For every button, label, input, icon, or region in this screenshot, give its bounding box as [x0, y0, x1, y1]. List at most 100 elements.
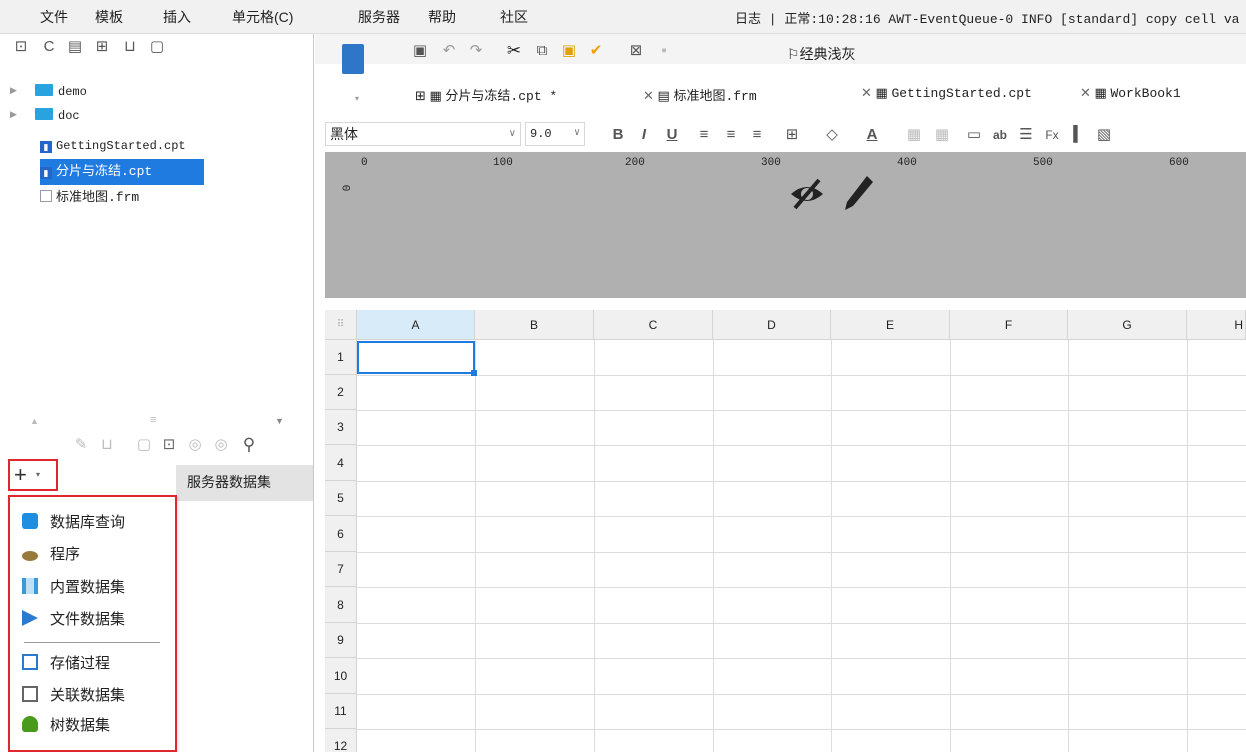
menu-insert[interactable]: 插入 — [163, 7, 191, 27]
richtext-icon[interactable]: ☰ — [1017, 126, 1035, 144]
column-header[interactable]: C — [594, 310, 713, 340]
close-icon[interactable]: ✕ — [643, 88, 654, 103]
row-header[interactable]: 1 — [325, 340, 357, 375]
collapse-up-icon[interactable]: ▲ — [30, 416, 39, 426]
menu-item-stored-proc[interactable]: 存储过程 — [22, 651, 172, 677]
fill-handle[interactable] — [471, 370, 477, 376]
align-center-icon[interactable]: ≡ — [722, 126, 740, 144]
tree-item-fenpian[interactable]: ▮ 分片与冻结.cpt — [40, 162, 152, 180]
border-icon[interactable]: ⊞ — [783, 126, 801, 144]
panel-splitter[interactable]: ▲ ≡ ▼ — [0, 414, 314, 430]
font-size-select[interactable]: 9.0 ∨ — [525, 122, 585, 146]
align-left-icon[interactable]: ≡ — [695, 126, 713, 144]
chart-icon[interactable]: ▍ — [1070, 126, 1088, 144]
edit-icon[interactable]: ✎ — [72, 436, 90, 454]
tab-gettingstarted[interactable]: ✕ ▦ GettingStarted.cpt — [861, 85, 1032, 101]
db-refresh-icon[interactable]: ◎ — [212, 436, 230, 454]
menu-cell[interactable]: 单元格(C) — [232, 7, 293, 27]
row-header[interactable]: 6 — [325, 516, 357, 552]
column-header[interactable]: B — [475, 310, 594, 340]
query-icon[interactable]: ▪ — [655, 42, 673, 60]
menu-item-tree[interactable]: 树数据集 — [22, 713, 172, 739]
add-dataset-button[interactable]: + ▾ — [8, 459, 58, 491]
lock-icon[interactable]: ⊞ — [93, 38, 111, 56]
row-header[interactable]: 9 — [325, 623, 357, 658]
selected-cell-a1[interactable] — [357, 341, 475, 374]
expand-arrow-icon[interactable]: ▶ — [10, 85, 17, 96]
column-header[interactable]: D — [713, 310, 831, 340]
text-cell-icon[interactable]: ▭ — [965, 126, 983, 144]
unmerge-icon[interactable]: ▦ — [933, 126, 951, 144]
menu-item-program[interactable]: 程序 — [22, 542, 172, 568]
tree-item-map[interactable]: 标准地图.frm — [40, 188, 139, 206]
row-header[interactable]: 2 — [325, 375, 357, 410]
format-brush-icon[interactable]: ✔ — [587, 42, 605, 60]
redo-icon[interactable]: ↷ — [467, 42, 485, 60]
font-color-icon[interactable]: A — [863, 126, 881, 144]
menu-item-relation[interactable]: 关联数据集 — [22, 683, 172, 709]
column-header[interactable]: A — [357, 310, 475, 340]
tree-item-gettingstarted[interactable]: ▮ GettingStarted.cpt — [40, 136, 186, 154]
chevron-down-icon[interactable]: ▾ — [355, 94, 359, 103]
delete-icon[interactable]: ⊔ — [98, 436, 116, 454]
server-dataset-tab[interactable]: 服务器数据集 — [176, 465, 313, 501]
preview-icon[interactable]: ⊠ — [627, 42, 645, 60]
tab-fenpian[interactable]: ⊞ ▦ 分片与冻结.cpt * — [415, 85, 557, 104]
row-header[interactable]: 5 — [325, 481, 357, 516]
delete-icon[interactable]: ⊔ — [121, 38, 139, 56]
row-header[interactable]: 12 — [325, 729, 357, 752]
underline-icon[interactable]: U — [663, 126, 681, 144]
undo-icon[interactable]: ↶ — [440, 42, 458, 60]
theme-selector[interactable]: ⚐经典浅灰 — [787, 44, 856, 64]
menu-template[interactable]: 模板 — [95, 7, 123, 27]
menu-item-file[interactable]: 文件数据集 — [22, 607, 172, 633]
row-header[interactable]: 7 — [325, 552, 357, 587]
formula-icon[interactable]: Fx — [1043, 126, 1061, 144]
row-header[interactable]: 10 — [325, 658, 357, 694]
open-file-icon[interactable]: ▤ — [66, 38, 84, 56]
fill-color-icon[interactable]: ◇ — [823, 126, 841, 144]
expand-arrow-icon[interactable]: ▶ — [10, 109, 17, 120]
row-header[interactable]: 4 — [325, 445, 357, 481]
refresh-icon[interactable]: C — [40, 38, 58, 56]
collapse-down-icon[interactable]: ▼ — [275, 416, 284, 426]
menu-community[interactable]: 社区 — [500, 7, 528, 27]
text-icon[interactable]: ab — [991, 126, 1009, 144]
row-header[interactable]: 11 — [325, 694, 357, 729]
row-header[interactable]: 3 — [325, 410, 357, 445]
merge-icon[interactable]: ▦ — [905, 126, 923, 144]
menu-item-builtin[interactable]: 内置数据集 — [22, 575, 172, 601]
tab-workbook1[interactable]: ✕ ▦ WorkBook1 — [1080, 85, 1181, 101]
paste-icon[interactable]: ▣ — [560, 42, 578, 60]
search-icon[interactable]: ⚲ — [240, 436, 258, 454]
template-type-icon[interactable] — [342, 44, 364, 74]
italic-icon[interactable]: I — [635, 126, 653, 144]
close-icon[interactable]: ✕ — [861, 85, 872, 100]
bold-icon[interactable]: B — [609, 126, 627, 144]
column-header[interactable]: E — [831, 310, 950, 340]
dataset-edit-icon[interactable]: ⊡ — [160, 436, 178, 454]
menu-server[interactable]: 服务器 — [358, 7, 400, 27]
drag-handle-icon[interactable]: ≡ — [150, 414, 156, 426]
align-right-icon[interactable]: ≡ — [748, 126, 766, 144]
close-icon[interactable]: ✕ — [1080, 85, 1091, 100]
column-header[interactable]: H — [1187, 310, 1246, 340]
column-header[interactable]: F — [950, 310, 1068, 340]
menu-help[interactable]: 帮助 — [428, 7, 456, 27]
db-connect-icon[interactable]: ◎ — [186, 436, 204, 454]
font-select[interactable]: 黑体 ∨ — [325, 122, 521, 146]
grid-corner[interactable]: ⠿ — [325, 310, 357, 340]
new-folder-icon[interactable]: ⊡ — [12, 38, 30, 56]
row-header[interactable]: 8 — [325, 587, 357, 623]
copy-icon[interactable]: ⧉ — [533, 42, 551, 60]
cut-icon[interactable]: ✂ — [505, 42, 523, 60]
preview-icon[interactable]: ▢ — [135, 436, 153, 454]
save-icon[interactable]: ▣ — [411, 42, 429, 60]
tab-map[interactable]: ✕ ▤ 标准地图.frm — [643, 85, 757, 104]
tree-item-doc[interactable]: doc — [35, 106, 80, 124]
tree-item-demo[interactable]: demo — [35, 82, 87, 100]
menu-item-db-query[interactable]: 数据库查询 — [22, 510, 172, 536]
copy-icon[interactable]: ▢ — [148, 38, 166, 56]
column-header[interactable]: G — [1068, 310, 1187, 340]
edit-pencil-icon[interactable] — [841, 172, 875, 214]
